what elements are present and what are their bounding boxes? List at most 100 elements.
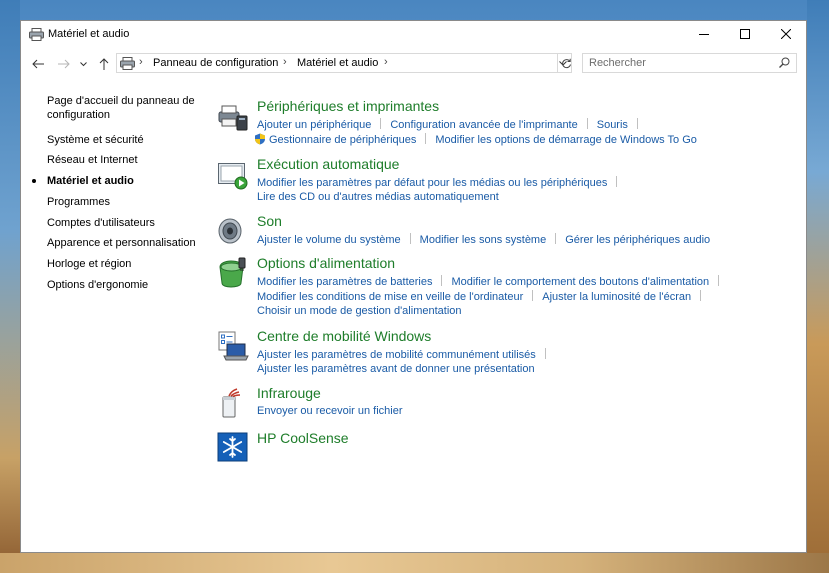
link-windows-to-go-options[interactable]: Modifier les options de démarrage de Win… — [435, 134, 697, 146]
printer-icon — [218, 105, 248, 131]
sidebar-item-clock-region[interactable]: Horloge et région — [47, 257, 131, 271]
minimize-button[interactable] — [684, 21, 724, 47]
link-sleep-conditions[interactable]: Modifier les conditions de mise en veill… — [257, 291, 523, 303]
infrared-icon — [222, 388, 241, 418]
forward-button[interactable] — [55, 55, 73, 73]
link-power-button-behavior[interactable]: Modifier le comportement des boutons d'a… — [451, 276, 709, 288]
link-advanced-printer-setup[interactable]: Configuration avancée de l'imprimante — [390, 119, 577, 131]
snowflake-icon — [217, 432, 248, 462]
category-title-sound[interactable]: Son — [257, 213, 282, 229]
sidebar-item-programs[interactable]: Programmes — [47, 195, 110, 209]
up-arrow-icon — [99, 58, 109, 70]
link-adjust-system-volume[interactable]: Ajuster le volume du système — [257, 234, 401, 246]
link-line: Ajuster les paramètres avant de donner u… — [257, 363, 535, 375]
control-panel-printer-icon — [120, 57, 135, 70]
link-change-system-sounds[interactable]: Modifier les sons système — [420, 234, 547, 246]
link-line: Modifier les conditions de mise en veill… — [257, 290, 710, 303]
back-arrow-icon — [32, 59, 44, 69]
breadcrumb-separator-icon: › — [384, 56, 388, 68]
link-line: Choisir un mode de gestion d'alimentatio… — [257, 305, 462, 317]
chevron-down-icon — [79, 61, 87, 66]
control-panel-window: Matériel et audio › Panneau de configura… — [20, 20, 807, 553]
sidebar-item-hardware-audio[interactable]: Matériel et audio — [32, 174, 134, 188]
link-line: Ajuster les paramètres de mobilité commu… — [257, 348, 555, 361]
link-add-device[interactable]: Ajouter un périphérique — [257, 119, 371, 131]
maximize-button[interactable] — [725, 21, 765, 47]
link-change-default-media-settings[interactable]: Modifier les paramètres par défaut pour … — [257, 177, 607, 189]
search-box[interactable] — [582, 53, 797, 73]
recent-locations-button[interactable] — [77, 55, 89, 73]
close-button[interactable] — [766, 21, 806, 47]
link-presentation-settings[interactable]: Ajuster les paramètres avant de donner u… — [257, 363, 535, 375]
speaker-icon — [218, 218, 242, 244]
maximize-icon — [740, 29, 750, 39]
link-choose-power-plan[interactable]: Choisir un mode de gestion d'alimentatio… — [257, 305, 462, 317]
close-icon — [781, 29, 791, 39]
breadcrumb-control-panel[interactable]: Panneau de configuration — [153, 57, 278, 69]
category-title-mobility-center[interactable]: Centre de mobilité Windows — [257, 328, 431, 344]
link-line: Gestionnaire de périphériques Modifier le… — [254, 133, 697, 146]
link-line: Modifier les paramètres de batteries Modi… — [257, 275, 728, 288]
breadcrumb-hardware-audio[interactable]: Matériel et audio — [297, 57, 378, 69]
autoplay-icon — [218, 163, 248, 190]
up-button[interactable] — [95, 55, 113, 73]
link-separator — [380, 118, 382, 129]
link-send-receive-file[interactable]: Envoyer ou recevoir un fichier — [257, 405, 403, 417]
category-title-hp-coolsense[interactable]: HP CoolSense — [257, 430, 349, 446]
forward-arrow-icon — [58, 59, 70, 69]
link-separator — [700, 290, 702, 301]
link-separator — [409, 233, 411, 244]
navigation-bar: › Panneau de configuration › Matériel et… — [21, 51, 806, 77]
link-separator — [616, 176, 618, 187]
link-line: Ajouter un périphérique Configuration ava… — [257, 118, 647, 131]
link-separator — [532, 290, 534, 301]
link-separator — [425, 133, 427, 144]
sidebar-item-ease-of-access[interactable]: Options d'ergonomie — [47, 278, 148, 292]
refresh-icon — [562, 58, 571, 68]
refresh-button[interactable] — [557, 54, 575, 72]
link-separator — [636, 118, 638, 129]
link-separator — [586, 118, 588, 129]
mobility-center-icon — [218, 331, 249, 361]
link-manage-audio-devices[interactable]: Gérer les périphériques audio — [565, 234, 710, 246]
control-panel-printer-icon — [29, 28, 44, 41]
uac-shield-icon — [255, 133, 265, 145]
link-screen-brightness[interactable]: Ajuster la luminosité de l'écran — [542, 291, 691, 303]
search-icon[interactable] — [779, 57, 790, 68]
desktop-wallpaper-right — [807, 0, 829, 573]
sidebar-item-appearance[interactable]: Apparence et personnalisation — [47, 236, 196, 250]
search-input[interactable] — [589, 56, 769, 70]
link-separator — [555, 233, 557, 244]
desktop-wallpaper-left — [0, 0, 20, 573]
link-play-cds-automatically[interactable]: Lire des CD ou d'autres médias automatiq… — [257, 191, 499, 203]
link-battery-settings[interactable]: Modifier les paramètres de batteries — [257, 276, 432, 288]
sidebar-item-home[interactable]: Page d'accueil du panneau de configurati… — [47, 94, 207, 122]
category-title-autoplay[interactable]: Exécution automatique — [257, 156, 399, 172]
sidebar-item-system-security[interactable]: Système et sécurité — [47, 133, 144, 147]
link-separator — [718, 275, 720, 286]
category-title-infrared[interactable]: Infrarouge — [257, 385, 321, 401]
title-bar[interactable]: Matériel et audio — [21, 21, 806, 49]
sidebar-item-label: Matériel et audio — [47, 175, 134, 187]
link-line: Envoyer ou recevoir un fichier — [257, 405, 403, 417]
link-line: Modifier les paramètres par défaut pour … — [257, 176, 626, 189]
breadcrumb-separator-icon: › — [139, 56, 143, 68]
link-line: Lire des CD ou d'autres médias automatiq… — [257, 191, 499, 203]
address-bar[interactable]: › Panneau de configuration › Matériel et… — [116, 53, 572, 73]
window-title: Matériel et audio — [48, 28, 130, 40]
minimize-icon — [699, 34, 709, 35]
link-line: Ajuster le volume du système Modifier les… — [257, 233, 710, 246]
category-title-devices-printers[interactable]: Périphériques et imprimantes — [257, 98, 439, 114]
power-options-icon — [219, 257, 246, 288]
sidebar-item-network-internet[interactable]: Réseau et Internet — [47, 153, 138, 167]
current-item-bullet — [32, 179, 36, 183]
link-separator — [441, 275, 443, 286]
link-mouse[interactable]: Souris — [597, 119, 628, 131]
sidebar-item-user-accounts[interactable]: Comptes d'utilisateurs — [47, 216, 155, 230]
desktop-wallpaper-bottom — [0, 553, 829, 573]
link-common-mobility-settings[interactable]: Ajuster les paramètres de mobilité commu… — [257, 349, 536, 361]
link-separator — [544, 348, 546, 359]
link-device-manager[interactable]: Gestionnaire de périphériques — [269, 134, 416, 146]
category-title-power-options[interactable]: Options d'alimentation — [257, 255, 395, 271]
back-button[interactable] — [29, 55, 47, 73]
